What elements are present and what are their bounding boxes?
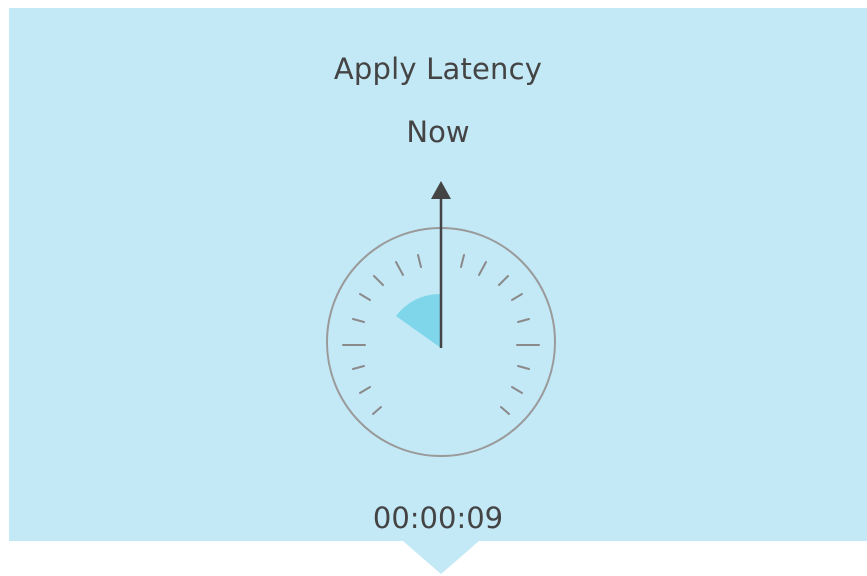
gauge-needle-arrowhead bbox=[431, 181, 451, 199]
elapsed-timer: 00:00:09 bbox=[372, 501, 504, 535]
latency-gauge-icon bbox=[326, 181, 556, 457]
gauge-highlight-sector bbox=[396, 293, 441, 348]
